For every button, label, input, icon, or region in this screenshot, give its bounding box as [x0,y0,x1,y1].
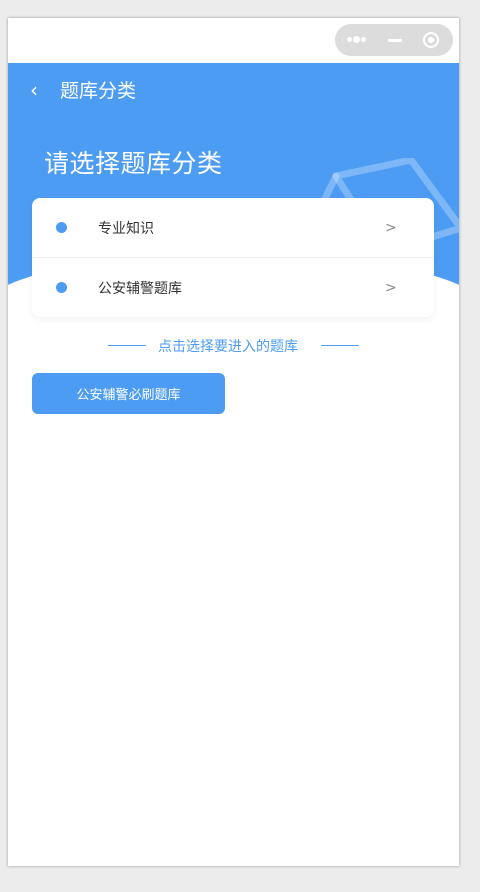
page-title: 请选择题库分类 [44,149,223,178]
chevron-right-icon: > [385,279,397,296]
bullet-dot-icon [56,282,67,293]
chevron-right-icon: > [385,219,397,236]
minus-icon[interactable] [377,24,413,56]
more-dots-icon[interactable] [339,24,375,56]
list-item-label: 公安辅警题库 [98,280,182,297]
list-item-label: 专业知识 [98,220,154,237]
target-circle-icon[interactable] [413,24,449,56]
mini-program-capsule [335,24,453,56]
must-practice-bank-button[interactable]: 公安辅警必刷题库 [32,373,225,414]
status-bar [8,18,459,63]
list-item-police-auxiliary[interactable]: 公安辅警题库 > [32,257,434,317]
nav-title: 题库分类 [60,80,137,102]
chevron-left-icon[interactable]: ‹ [30,80,50,100]
phone-screen: ‹ 题库分类 请选择题库分类 专业知识 > 公安辅警题库 > 点击选择要进入的题… [8,18,459,866]
divider-line-left [108,345,146,346]
hint-divider: 点击选择要进入的题库 [108,336,359,356]
category-list: 专业知识 > 公安辅警题库 > [32,198,434,317]
divider-line-right [321,345,359,346]
list-item-professional-knowledge[interactable]: 专业知识 > [32,198,434,257]
bullet-dot-icon [56,222,67,233]
hint-text: 点击选择要进入的题库 [158,339,298,355]
